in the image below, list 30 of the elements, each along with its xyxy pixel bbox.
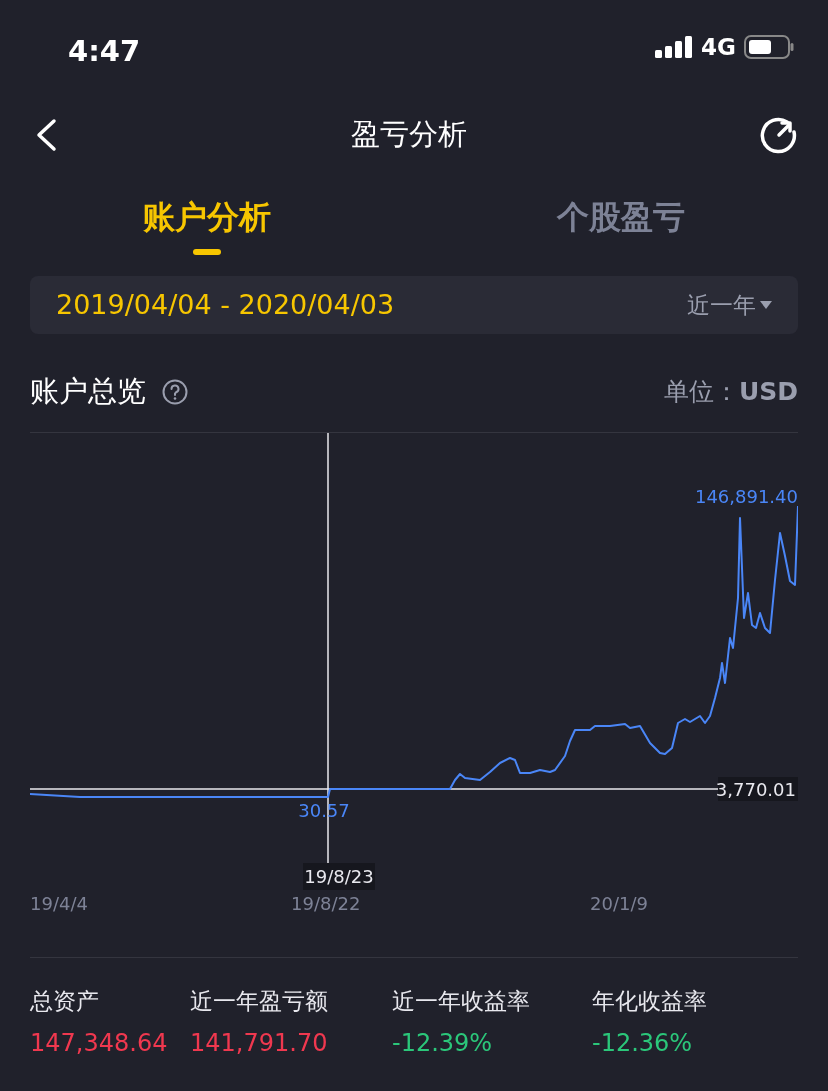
caret-icon bbox=[760, 301, 772, 309]
stat-value: -12.36% bbox=[592, 1027, 694, 1059]
stat-label: 近一年盈亏额 bbox=[190, 987, 329, 1016]
stat-value: -12.39% bbox=[392, 1027, 494, 1059]
section-title: 账户总览 bbox=[30, 373, 146, 411]
refresh-icon[interactable] bbox=[760, 116, 798, 154]
tab[interactable]: 账户分析 bbox=[133, 181, 281, 259]
signal-icon bbox=[655, 36, 694, 59]
x-axis-label: 19/4/4 bbox=[30, 893, 88, 914]
status-time: 4:47 bbox=[68, 33, 141, 70]
back-icon[interactable] bbox=[34, 118, 58, 152]
period-dropdown[interactable]: 近一年 bbox=[687, 287, 772, 323]
x-axis-label: 20/1/9 bbox=[590, 893, 648, 914]
reference-value-tag: 3,770.01 bbox=[715, 777, 798, 801]
stat-label: 近一年收益率 bbox=[392, 987, 531, 1016]
tab[interactable]: 个股盈亏 bbox=[547, 181, 695, 259]
battery-icon bbox=[744, 35, 794, 60]
max-value-label: 146,891.40 bbox=[694, 486, 798, 507]
page-title: 盈亏分析 bbox=[351, 116, 467, 154]
help-icon[interactable] bbox=[162, 379, 188, 405]
stat-value: 147,348.64 bbox=[30, 1027, 169, 1059]
network-label: 4G bbox=[701, 33, 736, 62]
x-axis-label: 19/8/22 bbox=[291, 893, 361, 914]
date-range-bar[interactable]: 2019/04/04 - 2020/04/03 近一年 bbox=[30, 276, 798, 334]
unit-label: 单位：USD bbox=[663, 376, 798, 409]
stat-value: 141,791.70 bbox=[190, 1027, 329, 1059]
date-range: 2019/04/04 - 2020/04/03 bbox=[56, 287, 395, 322]
stat-label: 年化收益率 bbox=[592, 987, 708, 1016]
cursor-date-tag: 19/8/23 bbox=[303, 863, 375, 890]
stat-label: 总资产 bbox=[30, 987, 100, 1016]
